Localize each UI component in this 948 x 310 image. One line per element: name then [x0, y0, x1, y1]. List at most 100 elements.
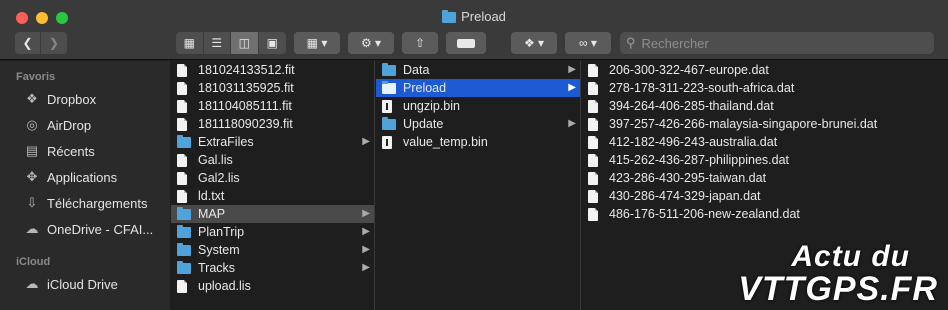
tag-icon	[457, 38, 475, 48]
search-input[interactable]	[641, 35, 922, 51]
gallery-view-button[interactable]: ▣	[259, 32, 286, 54]
sidebar-item-label: Téléchargements	[47, 195, 148, 211]
sidebar-item-downloads[interactable]: ⇩ Téléchargements	[22, 193, 148, 213]
icon-view-button[interactable]: ▦	[176, 32, 204, 54]
file-row[interactable]: ld.txt	[171, 187, 374, 205]
group-button[interactable]: ▦ ▾	[294, 32, 340, 54]
sidebar-item-label: Dropbox	[47, 91, 97, 107]
title-bar: Preload ❮ ❯ ▦ ☰ ◫ ▣ ▦ ▾ ⚙ ▾ ⇧ ❖ ▾ ∞ ▾ ⚲	[0, 0, 948, 60]
file-row[interactable]: 423-286-430-295-taiwan.dat	[582, 169, 766, 187]
file-row[interactable]: 181024133512.fit	[171, 61, 374, 79]
cloud-icon: ☁	[25, 221, 39, 236]
file-row[interactable]: 430-286-474-329-japan.dat	[582, 187, 761, 205]
file-row[interactable]: 181104085111.fit	[171, 97, 374, 115]
file-name: ld.txt	[198, 189, 225, 203]
folder-row[interactable]: Data ▶	[376, 61, 580, 79]
file-row[interactable]: value_temp.bin	[376, 133, 580, 151]
file-name: 423-286-430-295-taiwan.dat	[609, 171, 767, 185]
file-name: 486-176-511-206-new-zealand.dat	[609, 207, 800, 221]
share-icon: ⇧	[414, 36, 426, 50]
folder-name: Preload	[403, 81, 447, 95]
folder-icon	[442, 10, 457, 23]
file-name: 181118090239.fit	[198, 117, 293, 131]
action-button[interactable]: ⚙ ▾	[348, 32, 394, 54]
sidebar-item-label: Récents	[47, 143, 95, 159]
file-row[interactable]: 486-176-511-206-new-zealand.dat	[582, 205, 800, 223]
file-name: Gal2.lis	[198, 171, 240, 185]
folder-icon	[382, 81, 396, 94]
document-icon	[177, 81, 187, 95]
file-row[interactable]: upload.lis	[171, 277, 374, 295]
sidebar-item-dropbox[interactable]: ❖ Dropbox	[22, 89, 96, 109]
document-icon	[588, 207, 598, 221]
folder-row[interactable]: ExtraFiles ▶	[171, 133, 374, 151]
file-name: Gal.lis	[198, 153, 233, 167]
file-name: 278-178-311-223-south-africa.dat	[609, 81, 795, 95]
folder-row[interactable]: System ▶	[171, 241, 374, 259]
file-row[interactable]: ungzip.bin	[376, 97, 580, 115]
sidebar-item-label: OneDrive - CFAI...	[47, 221, 154, 237]
sidebar-item-airdrop[interactable]: ◎ AirDrop	[22, 115, 91, 135]
sidebar: Favoris ❖ Dropbox ◎ AirDrop ▤ Récents ✥ Appl…	[0, 61, 170, 310]
file-name: ungzip.bin	[403, 99, 460, 113]
file-row[interactable]: 206-300-322-467-europe.dat	[582, 61, 769, 79]
folder-icon	[382, 117, 396, 130]
document-icon	[588, 189, 598, 203]
share-button[interactable]: ⇧	[402, 32, 438, 54]
folder-icon	[177, 135, 191, 148]
folder-name: Update	[403, 117, 444, 131]
window-title-text: Preload	[461, 9, 506, 24]
folder-name: Tracks	[198, 261, 236, 275]
sidebar-item-applications[interactable]: ✥ Applications	[22, 167, 118, 187]
file-row[interactable]: 278-178-311-223-south-africa.dat	[582, 79, 794, 97]
sidebar-item-recents[interactable]: ▤ Récents	[22, 141, 95, 161]
gear-icon: ⚙ ▾	[360, 36, 382, 50]
sidebar-item-onedrive[interactable]: ☁ OneDrive - CFAI...	[22, 219, 154, 239]
tag-button[interactable]	[446, 32, 486, 54]
folder-icon	[177, 261, 191, 274]
folder-row[interactable]: Update ▶	[376, 115, 580, 133]
file-row[interactable]: 181031135925.fit	[171, 79, 374, 97]
dropbox-button[interactable]: ❖ ▾	[511, 32, 557, 54]
file-row[interactable]: Gal.lis	[171, 151, 374, 169]
file-row[interactable]: 181118090239.fit	[171, 115, 374, 133]
folder-icon	[382, 63, 396, 76]
chevron-right-icon: ▶	[362, 208, 370, 219]
link-button[interactable]: ∞ ▾	[565, 32, 611, 54]
sidebar-section-icloud: iCloud	[16, 256, 51, 268]
sidebar-item-icloud-drive[interactable]: ☁ iCloud Drive	[22, 274, 118, 294]
document-icon	[588, 63, 598, 77]
chevron-right-icon: ▶	[568, 64, 576, 75]
forward-button[interactable]: ❯	[41, 32, 67, 54]
document-icon	[588, 153, 598, 167]
search-field[interactable]: ⚲	[620, 32, 934, 54]
sidebar-item-label: iCloud Drive	[47, 276, 118, 292]
list-view-button[interactable]: ☰	[204, 32, 231, 54]
sidebar-item-label: Applications	[47, 169, 118, 185]
recents-icon: ▤	[25, 143, 39, 158]
document-icon	[588, 81, 598, 95]
chevron-right-icon: ❯	[48, 36, 60, 50]
document-icon	[177, 171, 187, 185]
file-row[interactable]: 397-257-426-266-malaysia-singapore-brune…	[582, 115, 877, 133]
file-row[interactable]: 412-182-496-243-australia.dat	[582, 133, 777, 151]
folder-icon	[177, 207, 191, 220]
folder-row-selected[interactable]: MAP ▶	[171, 205, 374, 223]
document-icon	[177, 189, 187, 203]
document-icon	[588, 99, 598, 113]
chevron-right-icon: ▶	[362, 136, 370, 147]
document-icon	[177, 279, 187, 293]
document-icon	[177, 99, 187, 113]
sidebar-section-favorites: Favoris	[16, 71, 56, 83]
folder-row-selected[interactable]: Preload ▶	[376, 79, 580, 97]
file-name: 206-300-322-467-europe.dat	[609, 63, 769, 77]
view-mode-control: ▦ ☰ ◫ ▣	[176, 32, 286, 54]
folder-row[interactable]: PlanTrip ▶	[171, 223, 374, 241]
back-button[interactable]: ❮	[15, 32, 41, 54]
file-row[interactable]: Gal2.lis	[171, 169, 374, 187]
folder-row[interactable]: Tracks ▶	[171, 259, 374, 277]
file-row[interactable]: 415-262-436-287-philippines.dat	[582, 151, 789, 169]
file-row[interactable]: 394-264-406-285-thailand.dat	[582, 97, 774, 115]
column-view-button[interactable]: ◫	[231, 32, 259, 54]
dropbox-icon: ❖	[26, 91, 38, 106]
